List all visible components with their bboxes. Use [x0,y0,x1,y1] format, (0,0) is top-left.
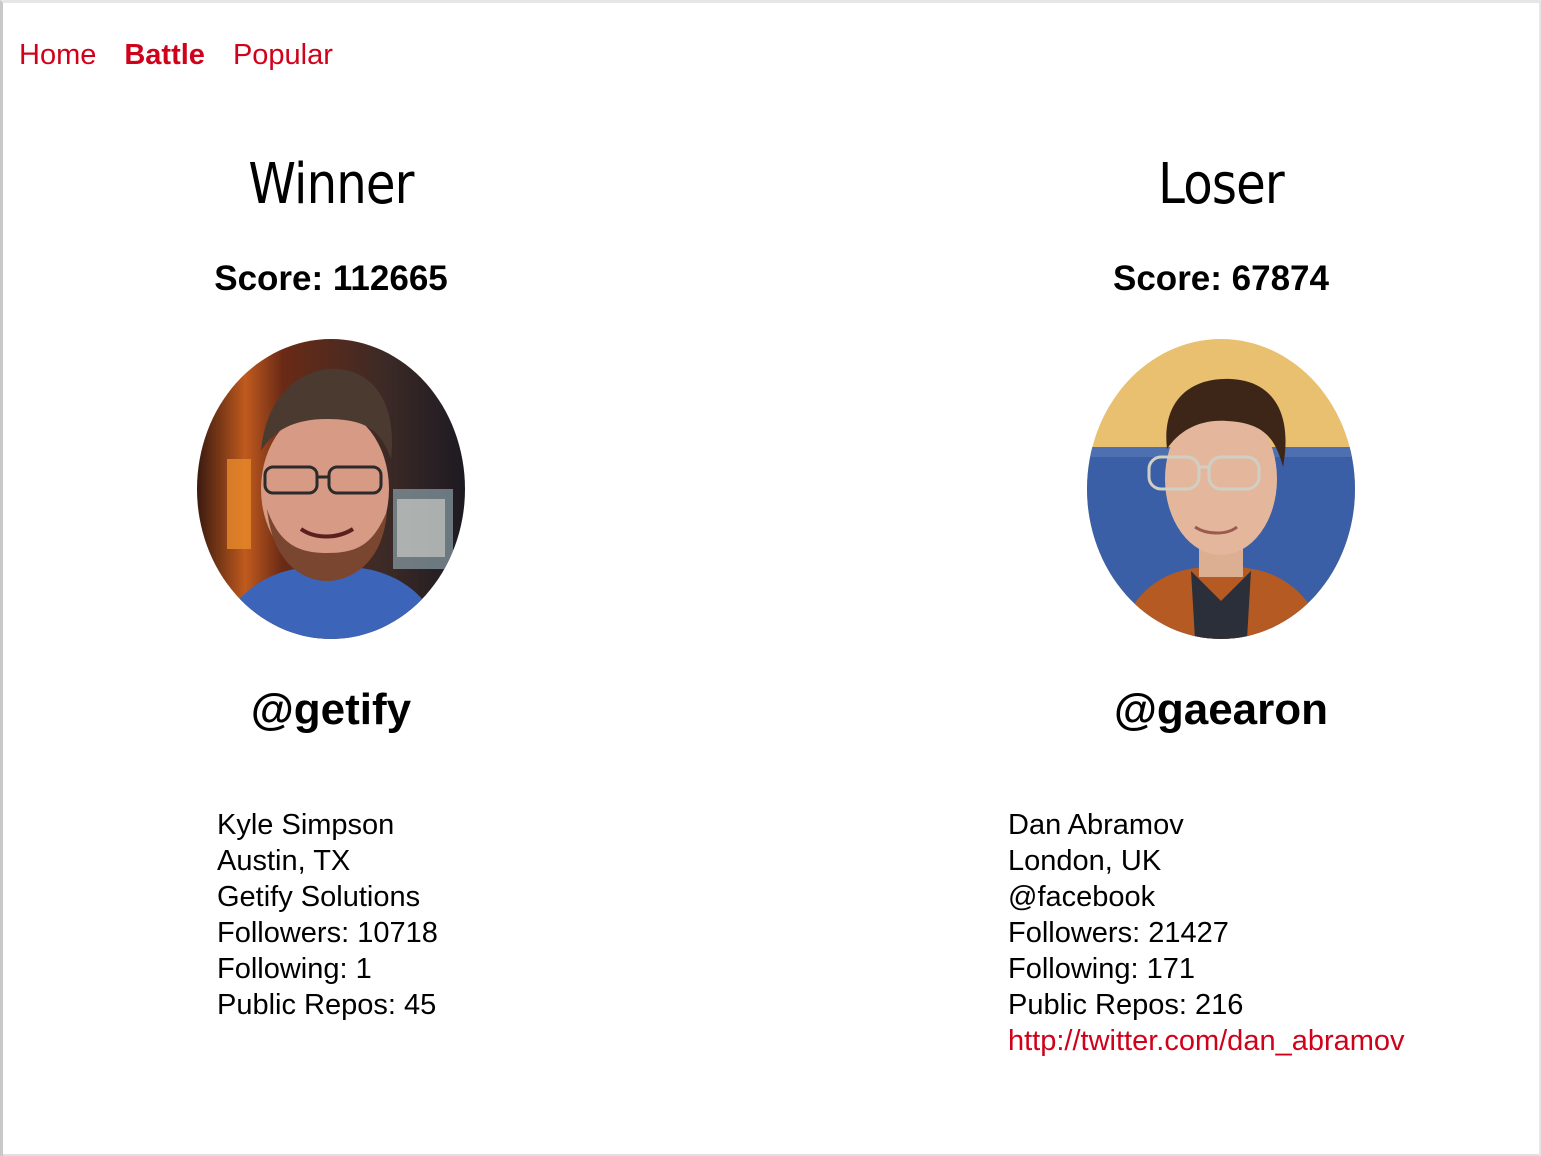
winner-company: Getify Solutions [217,881,421,913]
winner-details-list: Kyle Simpson Austin, TX Getify Solutions… [217,807,591,1023]
nav-popular-link[interactable]: Popular [233,39,333,72]
loser-username: @gaearon [1113,685,1329,734]
loser-blog-link[interactable]: http://twitter.com/dan_abramov [1008,1025,1405,1057]
loser-location: London, UK [1008,845,1162,877]
nav-battle-link[interactable]: Battle [124,39,205,72]
loser-avatar [1087,339,1355,639]
loser-card: Loser Score: 67874 @gaearon Dan Abramov … [961,153,1481,1059]
winner-avatar [197,339,465,639]
winner-username: @getify [250,685,412,734]
loser-repos: Public Repos: 216 [1008,989,1244,1021]
winner-heading: Winner [248,152,414,217]
top-nav: Home Battle Popular [19,39,333,72]
winner-name: Kyle Simpson [217,809,395,841]
loser-heading: Loser [1158,152,1285,217]
loser-score: Score: 67874 [1113,259,1329,298]
nav-home-link[interactable]: Home [19,39,96,72]
loser-avatar-image [1087,339,1355,639]
winner-score: Score: 112665 [214,259,448,298]
loser-following: Following: 171 [1008,953,1195,985]
loser-followers: Followers: 21427 [1008,917,1229,949]
loser-blog-item: http://twitter.com/dan_abramov [1008,1023,1481,1059]
loser-company: @facebook [1008,881,1156,913]
winner-location: Austin, TX [217,845,351,877]
winner-card: Winner Score: 112665 @getify Kyle Simpso… [71,153,591,1023]
winner-followers: Followers: 10718 [217,917,438,949]
winner-following: Following: 1 [217,953,372,985]
winner-repos: Public Repos: 45 [217,989,437,1021]
loser-name: Dan Abramov [1008,809,1184,841]
loser-details-list: Dan Abramov London, UK @facebook Followe… [1008,807,1481,1059]
winner-avatar-image [197,339,465,639]
